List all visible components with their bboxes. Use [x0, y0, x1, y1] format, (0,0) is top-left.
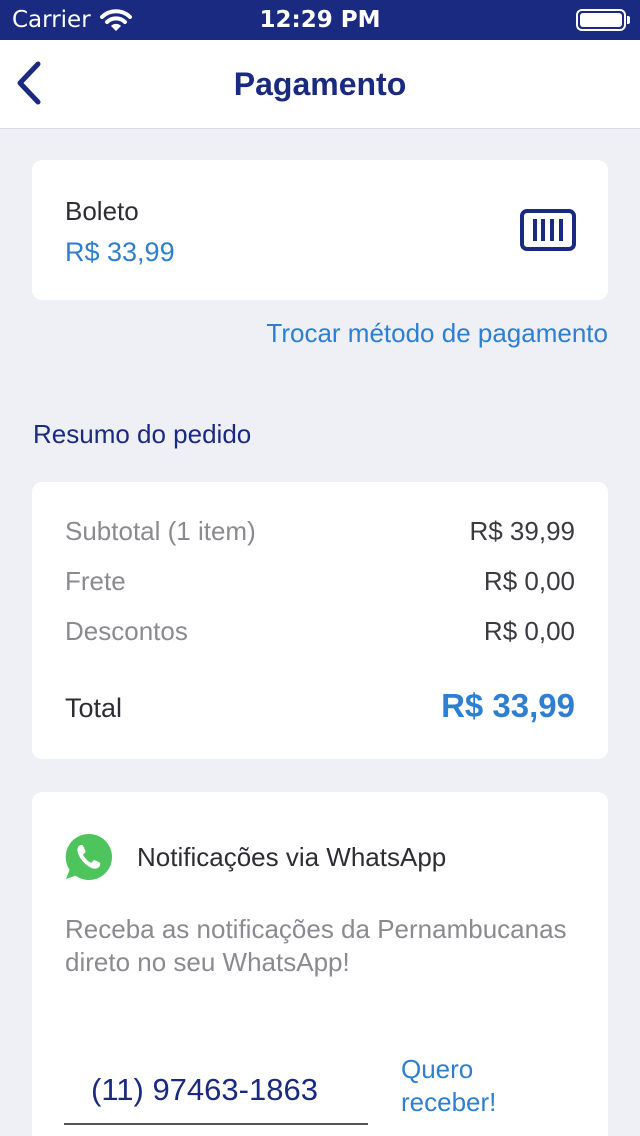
whatsapp-notifications-card: Notificações via WhatsApp Receba as noti…: [32, 792, 608, 1136]
order-summary-card: Subtotal (1 item) R$ 39,99 Frete R$ 0,00…: [32, 482, 608, 759]
phone-input[interactable]: [64, 1057, 368, 1125]
change-payment-method-link[interactable]: Trocar método de pagamento: [266, 318, 608, 349]
summary-row-label: Descontos: [65, 616, 188, 646]
summary-row-label: Subtotal (1 item): [65, 516, 256, 546]
summary-row-label: Frete: [65, 566, 126, 596]
order-summary-title: Resumo do pedido: [33, 419, 252, 449]
barcode-icon: [520, 209, 576, 256]
page-title: Pagamento: [233, 66, 407, 102]
payment-method-card: Boleto R$ 33,99: [32, 160, 608, 300]
clock: 12:29 PM: [259, 7, 381, 33]
subscribe-whatsapp-button[interactable]: Quero receber!: [401, 1053, 541, 1119]
payment-method-label: Boleto: [65, 196, 139, 226]
whatsapp-description: Receba as notificações da Pernambucanas …: [65, 914, 567, 977]
summary-row-value: R$ 39,99: [469, 516, 575, 546]
total-value: R$ 33,99: [441, 687, 575, 724]
payment-amount: R$ 33,99: [65, 237, 175, 267]
total-label: Total: [65, 693, 123, 723]
nav-bar: Pagamento: [0, 40, 640, 129]
whatsapp-title: Notificações via WhatsApp: [137, 842, 447, 872]
status-bar: Carrier 12:29 PM: [0, 0, 640, 40]
battery-icon: [576, 9, 630, 31]
summary-row-value: R$ 0,00: [483, 566, 575, 596]
summary-row-value: R$ 0,00: [483, 616, 575, 646]
whatsapp-icon: [64, 832, 114, 887]
